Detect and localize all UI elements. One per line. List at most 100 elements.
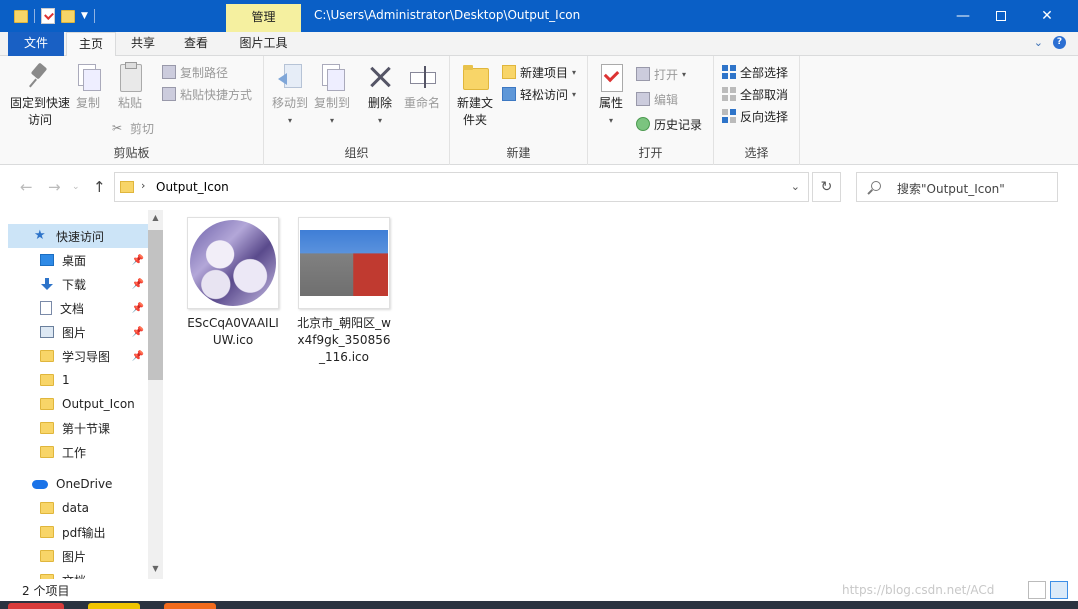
taskbar-app[interactable]	[8, 603, 64, 609]
new-folder-button[interactable]: 新建文件夹	[454, 62, 496, 129]
ribbon: 固定到快速访问 复制 粘贴 复制路径 粘贴快捷方式 ✂ 剪切 剪贴板 移动到 ▾…	[0, 56, 1078, 165]
pin-quick-access-button[interactable]: 固定到快速访问	[10, 62, 70, 129]
properties-icon	[597, 62, 625, 92]
new-item-button[interactable]: 新建项目 ▾	[502, 62, 576, 82]
edit-button[interactable]: 编辑	[636, 89, 678, 109]
close-button[interactable]: ✕	[1024, 0, 1070, 32]
paste-button[interactable]: 粘贴	[112, 62, 148, 112]
invert-selection-button[interactable]: 反向选择	[722, 106, 788, 126]
select-none-button[interactable]: 全部取消	[722, 84, 788, 104]
easy-access-button[interactable]: 轻松访问 ▾	[502, 84, 576, 104]
copy-to-icon	[318, 62, 346, 92]
sidebar-item-label: Output_Icon	[62, 397, 135, 411]
sidebar-item-pdf-output[interactable]: pdf输出	[8, 520, 148, 544]
refresh-button[interactable]: ↻	[812, 172, 841, 202]
pin-icon[interactable]: 📌	[132, 255, 144, 266]
forward-button[interactable]: →	[48, 178, 61, 196]
sidebar-item-label: OneDrive	[56, 477, 113, 491]
folder-icon[interactable]	[14, 9, 28, 23]
scrollbar-thumb[interactable]	[148, 230, 163, 380]
address-path[interactable]: Output_Icon	[156, 180, 229, 194]
sidebar-item-label: 图片	[62, 549, 87, 564]
expand-ribbon-icon[interactable]: ⌄	[1034, 36, 1043, 49]
download-icon	[40, 278, 54, 290]
copy-button[interactable]: 复制	[70, 62, 106, 112]
sidebar-item-study-map[interactable]: 学习导图 📌	[8, 344, 148, 368]
file-explorer-window: ▼ 管理 C:\Users\Administrator\Desktop\Outp…	[0, 0, 1078, 609]
cloud-icon	[32, 479, 48, 489]
back-button[interactable]: ←	[20, 178, 33, 196]
chevron-right-icon[interactable]: ›	[141, 179, 145, 192]
tab-share[interactable]: 共享	[118, 32, 168, 57]
file-item[interactable]: EScCqA0VAAILIUW.ico	[180, 217, 286, 349]
file-item[interactable]: 北京市_朝阳区_wx4f9gk_350856_116.ico	[291, 217, 397, 366]
view-switcher	[1028, 581, 1068, 599]
sidebar-item-output-icon[interactable]: Output_Icon	[8, 392, 148, 416]
chevron-down-icon: ▾	[287, 116, 292, 125]
sidebar-item-documents[interactable]: 文档 📌	[8, 296, 148, 320]
address-bar[interactable]: › Output_Icon ⌄	[114, 172, 809, 202]
move-to-button[interactable]: 移动到 ▾	[268, 62, 312, 129]
new-folder-icon[interactable]	[61, 9, 75, 23]
details-view-icon[interactable]	[1028, 581, 1046, 599]
tab-view[interactable]: 查看	[170, 32, 222, 57]
pin-icon[interactable]: 📌	[132, 351, 144, 362]
sidebar-item-quick-access[interactable]: ★ 快速访问	[8, 224, 148, 248]
title-bar: ▼ 管理 C:\Users\Administrator\Desktop\Outp…	[0, 0, 1078, 32]
copy-path-button[interactable]: 复制路径	[162, 62, 228, 82]
pin-icon[interactable]: 📌	[132, 279, 144, 290]
watermark-text: https://blog.csdn.net/ACd	[842, 583, 995, 597]
sidebar-item-label: 工作	[62, 445, 87, 460]
file-name[interactable]: 北京市_朝阳区_wx4f9gk_350856_116.ico	[291, 315, 397, 366]
sidebar-item-onedrive-pictures[interactable]: 图片	[8, 544, 148, 568]
open-button[interactable]: 打开 ▾	[636, 64, 686, 84]
rename-button[interactable]: 重命名	[400, 62, 444, 112]
tab-file[interactable]: 文件	[8, 32, 64, 56]
paste-shortcut-button[interactable]: 粘贴快捷方式	[162, 84, 252, 104]
cut-button[interactable]: ✂ 剪切	[112, 118, 154, 138]
tab-picture-tools[interactable]: 图片工具	[226, 32, 301, 57]
pin-icon[interactable]: 📌	[132, 327, 144, 338]
file-thumbnail[interactable]	[187, 217, 279, 309]
manage-context-tab[interactable]: 管理	[226, 4, 301, 32]
search-input[interactable]: 搜索"Output_Icon"	[856, 172, 1058, 202]
sidebar-item-1[interactable]: 1	[8, 368, 148, 392]
taskbar-app[interactable]	[88, 603, 140, 609]
sidebar-item-desktop[interactable]: 桌面 📌	[8, 248, 148, 272]
scroll-up-button[interactable]: ▲	[148, 210, 163, 226]
sidebar-item-onedrive-documents[interactable]: 文档	[8, 568, 148, 579]
properties-icon[interactable]	[41, 8, 55, 24]
properties-button[interactable]: 属性 ▾	[594, 62, 628, 129]
sidebar-item-data[interactable]: data	[8, 496, 148, 520]
sidebar-item-lesson-10[interactable]: 第十节课	[8, 416, 148, 440]
maximize-button[interactable]	[978, 0, 1024, 32]
sidebar-item-onedrive[interactable]: OneDrive	[8, 472, 148, 496]
item-count: 2 个项目	[22, 584, 70, 598]
chevron-down-icon[interactable]: ⌄	[791, 180, 800, 193]
file-name[interactable]: EScCqA0VAAILIUW.ico	[180, 315, 286, 349]
desktop-icon	[40, 254, 54, 266]
history-button[interactable]: 历史记录	[636, 114, 702, 134]
sidebar-item-pictures[interactable]: 图片 📌	[8, 320, 148, 344]
up-button[interactable]: ↑	[93, 178, 106, 196]
recent-locations-icon[interactable]: ⌄	[72, 182, 80, 192]
sidebar-item-label: 桌面	[62, 253, 87, 268]
ribbon-controls: ⌄ ?	[1034, 36, 1066, 49]
help-icon[interactable]: ?	[1053, 36, 1066, 49]
delete-icon	[366, 62, 394, 92]
copy-label: 复制	[75, 96, 100, 110]
customize-toolbar-icon[interactable]: ▼	[81, 11, 88, 21]
sidebar-item-downloads[interactable]: 下载 📌	[8, 272, 148, 296]
pin-icon[interactable]: 📌	[132, 303, 144, 314]
file-thumbnail[interactable]	[298, 217, 390, 309]
properties-label: 属性	[598, 96, 623, 110]
large-icons-view-icon[interactable]	[1050, 581, 1068, 599]
document-icon	[40, 301, 52, 315]
copy-to-button[interactable]: 复制到 ▾	[310, 62, 354, 129]
tab-home[interactable]: 主页	[66, 32, 116, 57]
select-all-button[interactable]: 全部选择	[722, 62, 788, 82]
scroll-down-button[interactable]: ▼	[148, 561, 163, 577]
taskbar-app[interactable]	[164, 603, 216, 609]
delete-button[interactable]: 删除 ▾	[360, 62, 400, 129]
sidebar-item-work[interactable]: 工作	[8, 440, 148, 464]
